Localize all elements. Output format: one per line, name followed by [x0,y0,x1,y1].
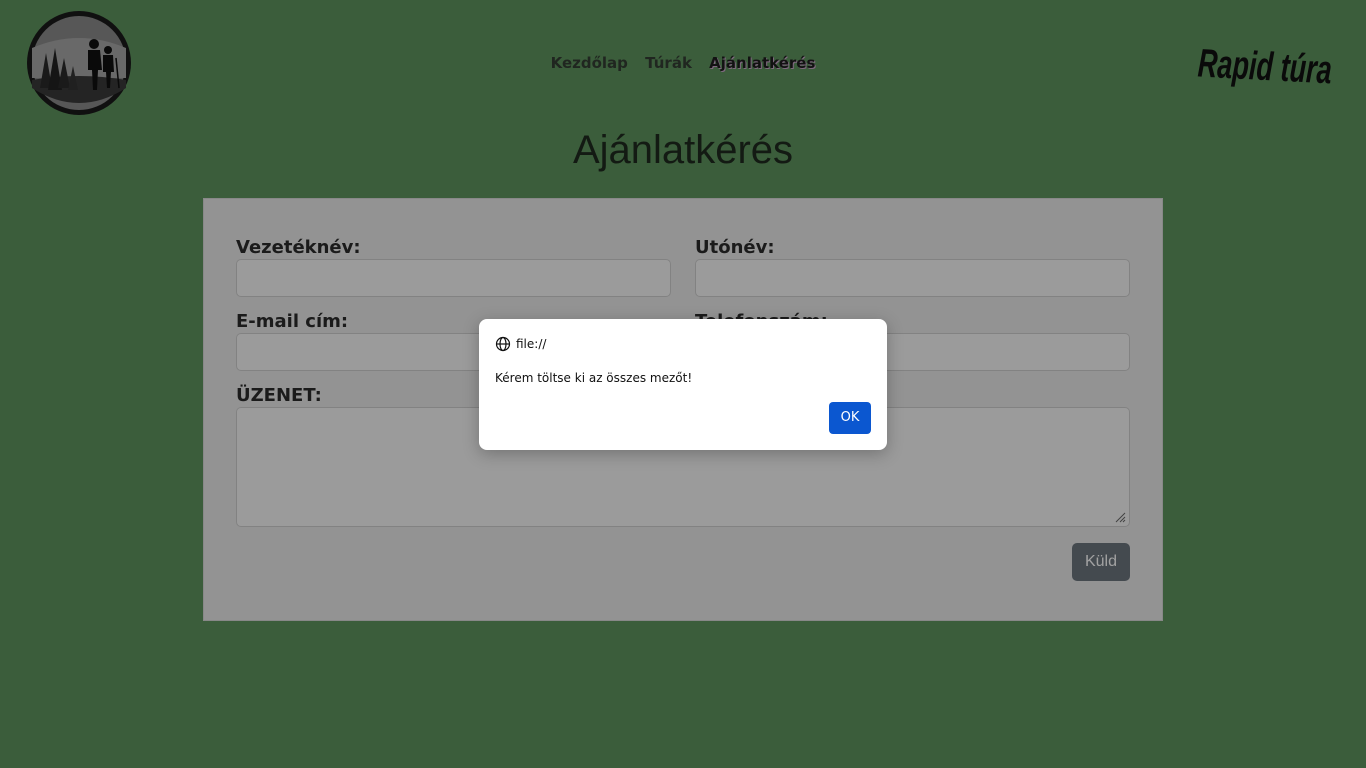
dialog-origin: file:// [495,335,546,353]
globe-icon [495,336,511,352]
dialog-message: Kérem töltse ki az összes mezőt! [495,371,693,385]
dialog-origin-text: file:// [516,337,547,351]
page: Kezdőlap Túrák Ajánlatkérés Rapid túra A… [0,0,1366,768]
ok-button[interactable]: OK [829,402,871,434]
alert-dialog: file:// Kérem töltse ki az összes mezőt!… [479,319,887,450]
